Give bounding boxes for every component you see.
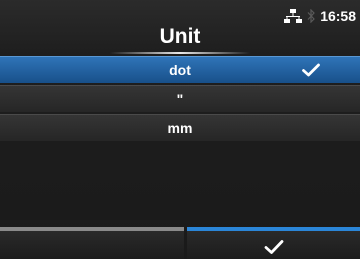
title-bar: 16:58 Unit [0,0,360,54]
option-mm[interactable]: mm [0,114,360,141]
network-icon [284,9,303,23]
option-dot[interactable]: dot [0,56,360,83]
status-area: 16:58 [284,7,356,25]
option-inch[interactable]: " [0,85,360,112]
unit-settings-screen: 16:58 Unit dot " mm [0,0,360,259]
option-label: " [176,91,184,107]
status-clock: 16:58 [320,8,356,24]
unit-option-list: dot " mm [0,56,360,143]
softkey-left[interactable] [0,227,184,259]
bluetooth-icon [307,9,316,23]
check-icon [302,63,320,77]
list-empty-area [0,143,360,227]
softkey-bar [0,227,360,259]
title-underline [110,52,250,54]
option-label: mm [167,120,193,136]
confirm-softkey[interactable] [187,227,360,259]
page-title: Unit [159,25,201,48]
check-icon [264,240,284,254]
